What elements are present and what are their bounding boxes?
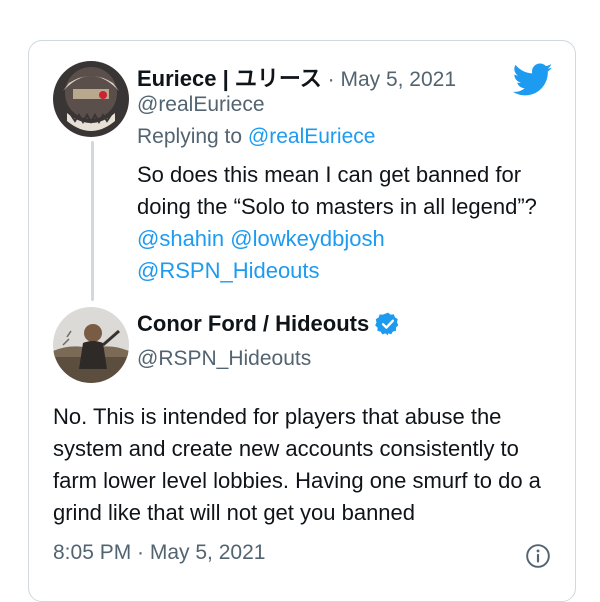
avatar-conor-ford[interactable] <box>53 307 129 383</box>
parent-tweet-text: So does this mean I can get banned for d… <box>137 159 557 287</box>
mention-shahin[interactable]: @shahin <box>137 226 224 251</box>
replying-to-line: Replying to @realEuriece <box>137 125 375 149</box>
reply-tweet-text: No. This is intended for players that ab… <box>53 404 541 525</box>
reply-handle[interactable]: @RSPN_Hideouts <box>137 347 311 371</box>
reply-header: Conor Ford / Hideouts <box>137 311 401 337</box>
header-separator: · <box>321 68 341 91</box>
avatar-euriece[interactable] <box>53 61 129 137</box>
parent-date[interactable]: May 5, 2021 <box>340 68 456 91</box>
reply-timestamp[interactable]: 8:05 PM · May 5, 2021 <box>53 541 265 565</box>
verified-badge-icon <box>375 312 399 336</box>
replying-to-handle[interactable]: @realEuriece <box>248 125 376 148</box>
info-icon[interactable] <box>525 543 551 569</box>
thread-connector-line <box>91 141 94 301</box>
parent-display-name[interactable]: Euriece | ユリース <box>137 66 322 91</box>
parent-handle[interactable]: @realEuriece <box>137 93 265 117</box>
mention-lowkeydbjosh[interactable]: @lowkeydbjosh <box>230 226 384 251</box>
replying-to-label: Replying to <box>137 125 248 148</box>
tweet-card: Euriece | ユリース · May 5, 2021 @realEuriec… <box>28 40 576 602</box>
reply-display-name[interactable]: Conor Ford / Hideouts <box>137 311 369 337</box>
mention-rspn-hideouts[interactable]: @RSPN_Hideouts <box>137 258 320 283</box>
twitter-bird-icon[interactable] <box>513 63 553 97</box>
parent-text: So does this mean I can get banned for d… <box>137 162 537 219</box>
parent-header: Euriece | ユリース · May 5, 2021 <box>137 61 456 93</box>
